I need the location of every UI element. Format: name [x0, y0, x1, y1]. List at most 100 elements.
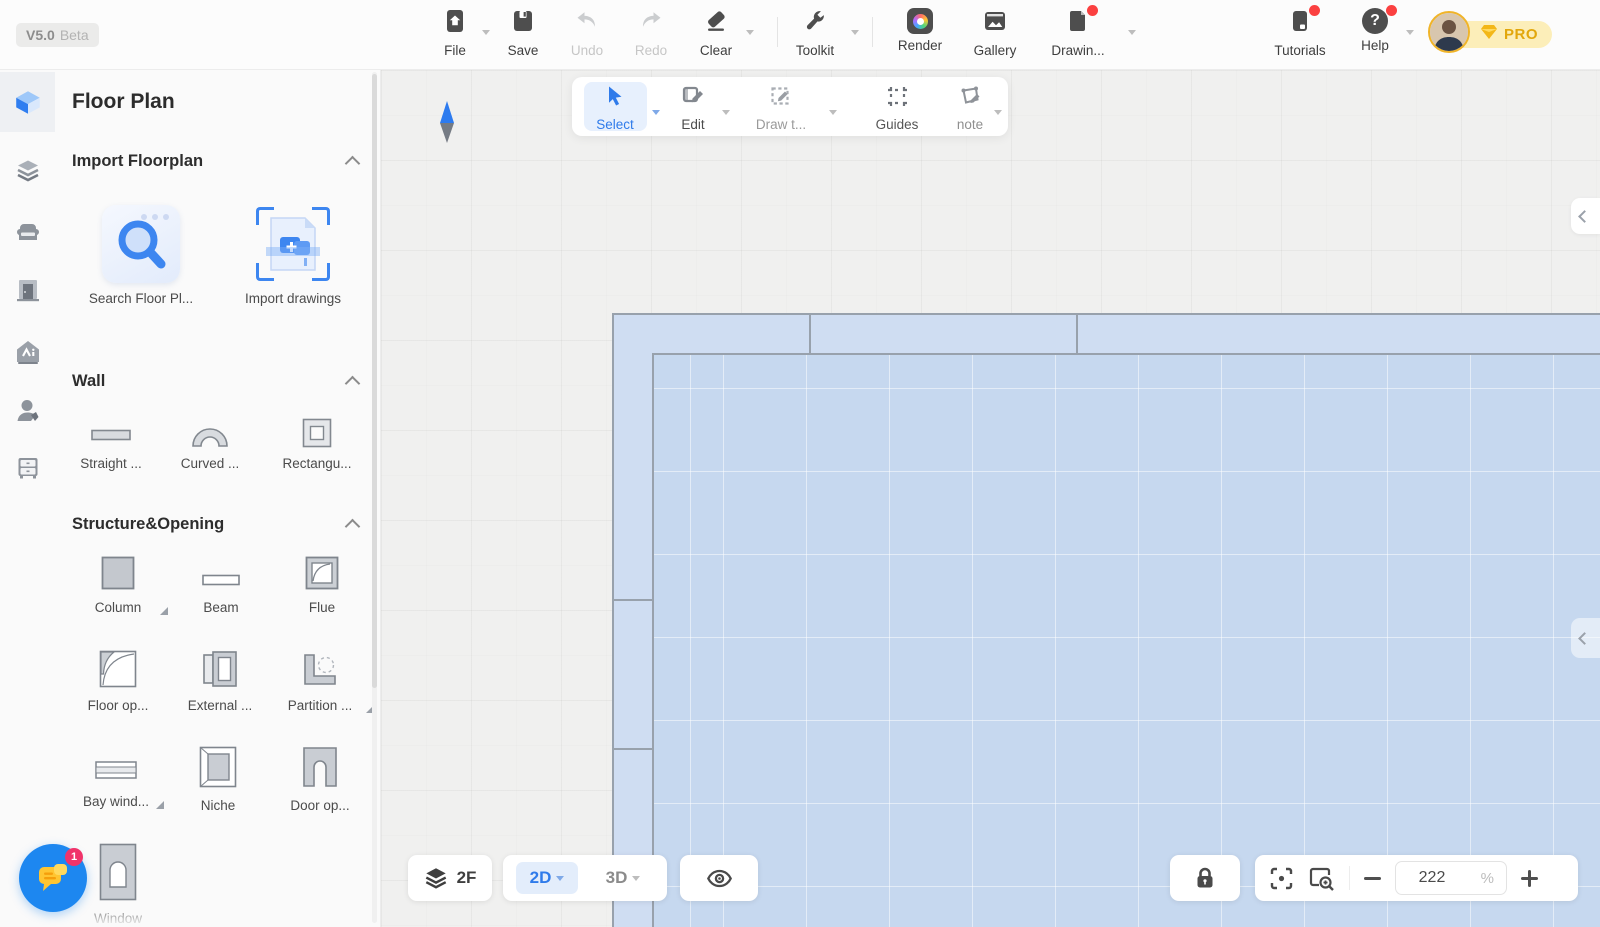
clear-caret-icon[interactable] — [746, 30, 754, 35]
edit-caret-icon[interactable] — [722, 110, 730, 115]
wall-joint — [612, 748, 652, 750]
view-3d-caret-icon — [632, 876, 640, 881]
tutorials-button[interactable]: Tutorials — [1262, 8, 1338, 58]
section-collapse-chevron-icon[interactable] — [345, 156, 361, 172]
lock-button[interactable] — [1170, 855, 1240, 901]
help-button[interactable]: ? Help — [1337, 8, 1413, 53]
library-item-label: Floor op... — [88, 698, 149, 713]
select-tool[interactable]: Select — [577, 84, 653, 132]
draw-label: Draw t... — [756, 117, 806, 132]
section-collapse-chevron-icon[interactable] — [345, 519, 361, 535]
drawing-button[interactable]: Drawin... — [1040, 8, 1116, 58]
edit-tool[interactable]: Edit — [655, 84, 731, 132]
rail-item-storage[interactable] — [0, 438, 55, 498]
rail-item-floor-plan[interactable] — [0, 72, 55, 132]
save-icon — [510, 8, 536, 39]
straight-wall-icon — [91, 422, 131, 448]
floorplan-floor-area[interactable] — [652, 353, 1600, 927]
rail-item-furniture[interactable] — [0, 202, 55, 262]
rail-item-ai-design[interactable] — [0, 322, 55, 382]
library-item-label: Niche — [201, 798, 236, 813]
library-item-label: Partition ... — [288, 698, 353, 713]
file-label: File — [444, 43, 466, 58]
undo-label: Undo — [571, 43, 603, 58]
zoom-to-area-icon[interactable] — [1308, 865, 1335, 892]
external-window-icon — [202, 650, 238, 690]
canvas[interactable] — [381, 70, 1600, 927]
help-notification-dot — [1386, 5, 1397, 16]
note-label: note — [957, 117, 983, 132]
render-button[interactable]: Render — [882, 8, 958, 53]
visibility-button[interactable] — [680, 855, 758, 901]
gallery-label: Gallery — [974, 43, 1017, 58]
version-channel: Beta — [60, 27, 89, 43]
floor-plan-logo-icon — [13, 87, 43, 117]
toolkit-caret-icon[interactable] — [851, 30, 859, 35]
library-item-label: Bay wind... — [83, 794, 149, 809]
import-drawings-icon — [254, 205, 332, 283]
pro-label: PRO — [1504, 26, 1538, 43]
sidebar-scrollbar[interactable] — [372, 72, 377, 923]
drawing-notification-dot — [1087, 5, 1098, 16]
zoom-out-button[interactable] — [1364, 877, 1381, 880]
bay-window-icon — [95, 754, 137, 786]
rail-item-door-models[interactable] — [0, 260, 55, 320]
chat-bubble-icon — [36, 862, 70, 894]
library-item-flue[interactable]: Flue — [262, 556, 382, 615]
library-item-label: Beam — [203, 600, 238, 615]
edit-label: Edit — [681, 117, 704, 132]
render-label: Render — [898, 38, 942, 53]
section-title-wall: Wall — [72, 372, 105, 391]
note-caret-icon[interactable] — [994, 110, 1002, 115]
flue-icon — [305, 556, 339, 592]
floorplan-library-icon — [14, 156, 42, 184]
search-floor-plans-icon — [102, 205, 180, 283]
section-collapse-chevron-icon[interactable] — [345, 376, 361, 392]
toolbar-divider — [872, 17, 873, 47]
rail-item-profile[interactable] — [0, 380, 55, 440]
wrench-icon — [802, 8, 828, 39]
gallery-button[interactable]: Gallery — [957, 8, 1033, 58]
user-avatar[interactable] — [1428, 11, 1470, 53]
library-item-partition[interactable]: Partition ... — [260, 650, 380, 713]
toolkit-button[interactable]: Toolkit — [777, 8, 853, 58]
library-item-search-floor-plans[interactable]: Search Floor Pl... — [81, 205, 201, 306]
drawing-caret-icon[interactable] — [1128, 30, 1136, 35]
right-panel-collapse-tab-2[interactable] — [1571, 618, 1600, 658]
gallery-icon — [982, 8, 1008, 39]
library-item-label: Curved ... — [181, 456, 240, 471]
draw-tool[interactable]: Draw t... — [743, 84, 819, 132]
library-item-door-opening[interactable]: Door op... — [260, 746, 380, 813]
view-3d-button[interactable]: 3D — [591, 862, 655, 894]
render-camera-icon — [907, 8, 933, 34]
sofa-icon — [14, 218, 42, 246]
fit-to-view-icon[interactable] — [1269, 866, 1294, 891]
zoom-in-button[interactable] — [1521, 870, 1538, 887]
layers-icon — [424, 866, 448, 890]
niche-icon — [199, 746, 237, 790]
help-caret-icon[interactable] — [1406, 30, 1414, 35]
zoom-level-input[interactable] — [1408, 869, 1456, 887]
save-label: Save — [508, 43, 539, 58]
draw-caret-icon[interactable] — [829, 110, 837, 115]
library-item-import-drawings[interactable]: Import drawings — [233, 205, 353, 306]
top-toolbar: V5.0Beta File Save Undo Redo Clear — [0, 0, 1600, 70]
floor-selector-button[interactable]: 2F — [408, 855, 492, 901]
library-item-column[interactable]: Column — [58, 556, 178, 615]
right-panel-collapse-tab[interactable] — [1571, 198, 1600, 234]
curved-wall-icon — [189, 413, 231, 448]
canvas-tools-toolbar: Select Edit Draw t... Guides note — [572, 77, 1008, 136]
beam-icon — [202, 567, 240, 592]
library-item-curved-wall[interactable]: Curved ... — [150, 413, 270, 471]
floor-opening-icon — [99, 650, 137, 690]
toolkit-label: Toolkit — [796, 43, 834, 58]
sidebar-scrollbar-thumb[interactable] — [372, 74, 377, 688]
section-title-import-floorplan: Import Floorplan — [72, 152, 203, 171]
library-item-rectangular-wall[interactable]: Rectangu... — [257, 418, 377, 471]
guides-tool[interactable]: Guides — [859, 84, 935, 132]
rail-item-floorplan-library[interactable] — [0, 140, 55, 200]
view-2d-button[interactable]: 2D — [516, 862, 578, 894]
clear-button[interactable]: Clear — [678, 8, 754, 58]
chat-support-button[interactable]: 1 — [19, 844, 87, 912]
note-tool[interactable]: note — [932, 84, 1008, 132]
